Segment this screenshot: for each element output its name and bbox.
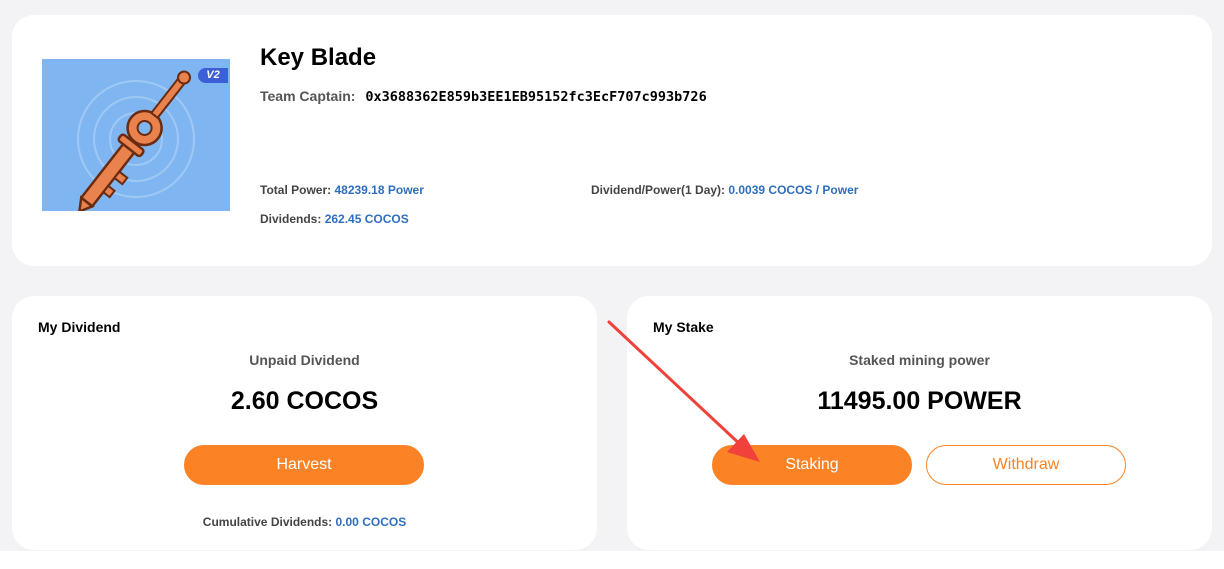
unpaid-dividend-amount: 2.60 COCOS — [230, 387, 379, 415]
unpaid-dividend-label: Unpaid Dividend — [249, 352, 360, 368]
key-blade-nft-image: V2 — [42, 59, 230, 211]
version-badge: V2 — [198, 68, 228, 83]
team-captain-row: Team Captain: 0x3688362E859b3EE1EB95152f… — [260, 88, 707, 105]
dividends-stat: Dividends: 262.45 COCOS — [260, 212, 409, 226]
team-captain-address: 0x3688362E859b3EE1EB95152fc3EcF707c993b7… — [365, 89, 707, 105]
total-power-stat: Total Power: 48239.18 Power — [260, 183, 424, 197]
cumulative-dividends-label: Cumulative Dividends: — [202, 515, 333, 529]
dividend-per-power-value: 0.0039 COCOS / Power — [728, 183, 859, 197]
dividends-value: 262.45 COCOS — [324, 212, 409, 226]
staked-power-amount: 11495.00 POWER — [817, 387, 1022, 415]
harvest-button[interactable]: Harvest — [184, 445, 424, 485]
team-name: Key Blade — [260, 44, 377, 71]
cumulative-dividends-value: 0.00 COCOS — [335, 515, 407, 529]
total-power-value: 48239.18 Power — [334, 183, 424, 197]
my-stake-title: My Stake — [653, 319, 714, 335]
my-dividend-card: My Dividend Unpaid Dividend 2.60 COCOS H… — [12, 296, 597, 550]
dividend-per-power-stat: Dividend/Power(1 Day): 0.0039 COCOS / Po… — [591, 183, 858, 197]
staking-button[interactable]: Staking — [712, 445, 912, 485]
my-dividend-title: My Dividend — [38, 319, 121, 335]
dividend-per-power-label: Dividend/Power(1 Day): — [591, 183, 726, 197]
page-bottom-strip — [0, 551, 1224, 569]
my-stake-card: My Stake Staked mining power 11495.00 PO… — [627, 296, 1212, 550]
withdraw-button[interactable]: Withdraw — [926, 445, 1126, 485]
team-captain-label: Team Captain: — [260, 88, 356, 104]
team-info-card: V2 Key Blade Team Captain: 0x3688362E859… — [12, 15, 1212, 266]
dividends-label: Dividends: — [260, 212, 322, 226]
total-power-label: Total Power: — [260, 183, 332, 197]
cumulative-dividends: Cumulative Dividends: 0.00 COCOS — [12, 515, 597, 529]
staked-mining-power-label: Staked mining power — [849, 352, 990, 368]
